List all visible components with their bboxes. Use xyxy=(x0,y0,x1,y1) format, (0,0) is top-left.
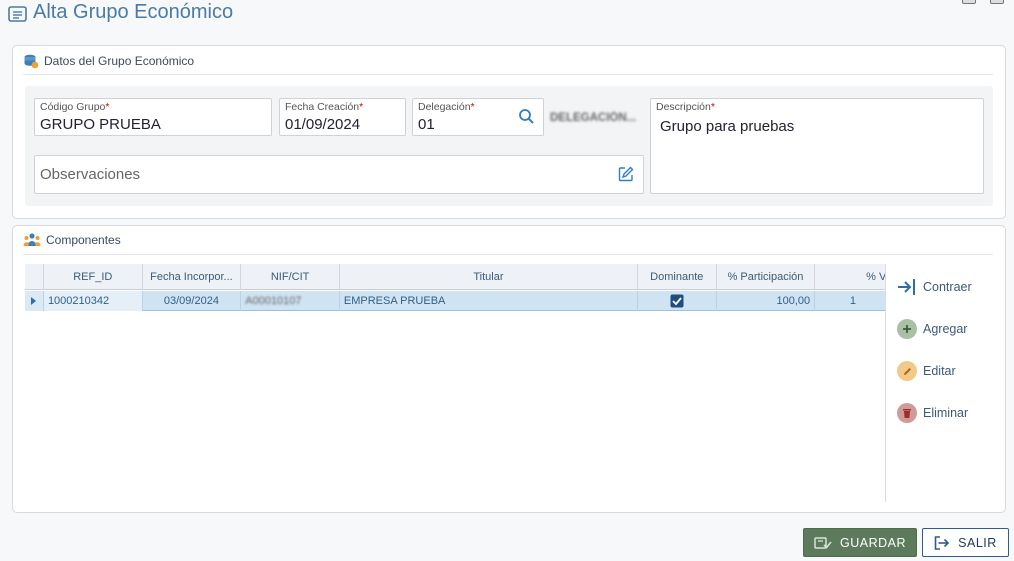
column-header-ref-id[interactable]: REF_ID xyxy=(44,264,143,290)
page-header: Alta Grupo Económico xyxy=(0,0,1014,34)
column-header-participacion[interactable]: % Participación xyxy=(717,264,816,290)
column-header-nif[interactable]: NIF/CIT xyxy=(241,264,340,290)
delegacion-label: Delegación* xyxy=(418,101,475,113)
datos-panel: Datos del Grupo Económico Código Grupo* … xyxy=(12,45,1006,219)
observaciones-placeholder: Observaciones xyxy=(40,166,141,183)
descripcion-field[interactable]: Descripción* Grupo para pruebas xyxy=(650,98,984,194)
trash-icon xyxy=(897,403,917,423)
page-title: Alta Grupo Económico xyxy=(33,1,234,23)
salir-button[interactable]: SALIR xyxy=(922,528,1009,557)
cell-voto: 1 xyxy=(815,291,886,311)
descripcion-label: Descripción* xyxy=(656,101,715,113)
save-icon xyxy=(814,536,832,549)
cell-participacion: 100,00 xyxy=(717,291,816,311)
delegacion-description: DELEGACIÓN... xyxy=(550,112,637,124)
guardar-button[interactable]: GUARDAR xyxy=(803,528,917,557)
divider xyxy=(23,74,993,75)
collapse-right-icon xyxy=(898,279,915,295)
componentes-panel: Componentes REF_ID Fecha Incorpor... NIF… xyxy=(12,225,1006,513)
exit-icon xyxy=(934,535,950,550)
database-icon xyxy=(24,54,39,69)
cell-titular: EMPRESA PRUEBA xyxy=(340,291,638,311)
agregar-button[interactable]: Agregar xyxy=(897,319,967,339)
row-indicator xyxy=(25,291,44,311)
column-header-voto[interactable]: % Voto xyxy=(815,264,886,290)
search-icon[interactable] xyxy=(518,108,535,125)
codigo-grupo-value: GRUPO PRUEBA xyxy=(40,116,161,133)
edit-icon[interactable] xyxy=(618,166,634,182)
datos-panel-header: Datos del Grupo Económico xyxy=(23,52,194,70)
cell-dominante xyxy=(638,291,717,311)
componentes-panel-header: Componentes xyxy=(23,231,121,249)
editar-button[interactable]: Editar xyxy=(897,361,956,381)
caret-right-icon xyxy=(31,297,37,305)
cell-ref-id: 1000210342 xyxy=(43,291,143,311)
row-indicator-header xyxy=(25,264,44,290)
minimize-button[interactable] xyxy=(962,0,976,4)
delegacion-value: 01 xyxy=(418,116,435,133)
divider xyxy=(23,254,993,255)
table-row[interactable]: 1000210342 03/09/2024 A00010107 EMPRESA … xyxy=(25,291,886,311)
cell-nif: A00010107 xyxy=(241,291,340,311)
pencil-icon xyxy=(897,361,917,381)
codigo-grupo-field[interactable]: Código Grupo* GRUPO PRUEBA xyxy=(34,98,272,136)
contraer-button[interactable]: Contraer xyxy=(897,278,972,296)
eliminar-button[interactable]: Eliminar xyxy=(897,403,968,423)
users-group-icon xyxy=(23,233,41,246)
descripcion-value: Grupo para pruebas xyxy=(660,118,795,135)
plus-icon xyxy=(897,319,917,339)
checkbox-checked-icon[interactable] xyxy=(670,294,684,308)
document-list-icon xyxy=(8,6,27,22)
fecha-creacion-value: 01/09/2024 xyxy=(285,116,361,133)
codigo-grupo-label: Código Grupo* xyxy=(40,101,110,113)
column-header-titular[interactable]: Titular xyxy=(340,264,638,290)
column-header-dominante[interactable]: Dominante xyxy=(638,264,717,290)
column-header-fecha[interactable]: Fecha Incorpor... xyxy=(143,264,242,290)
table-header: REF_ID Fecha Incorpor... NIF/CIT Titular… xyxy=(25,264,886,290)
componentes-table: REF_ID Fecha Incorpor... NIF/CIT Titular… xyxy=(25,264,886,500)
fecha-creacion-field[interactable]: Fecha Creación* 01/09/2024 xyxy=(279,98,406,136)
divider xyxy=(885,264,886,502)
fecha-creacion-label: Fecha Creación* xyxy=(285,101,364,113)
datos-panel-title: Datos del Grupo Económico xyxy=(44,54,195,68)
maximize-button[interactable] xyxy=(990,0,1004,4)
observaciones-field[interactable]: Observaciones xyxy=(34,155,644,194)
cell-fecha: 03/09/2024 xyxy=(143,291,242,311)
form-area: Código Grupo* GRUPO PRUEBA Fecha Creació… xyxy=(25,86,993,206)
delegacion-field[interactable]: Delegación* 01 xyxy=(412,98,544,136)
componentes-panel-title: Componentes xyxy=(46,233,121,247)
